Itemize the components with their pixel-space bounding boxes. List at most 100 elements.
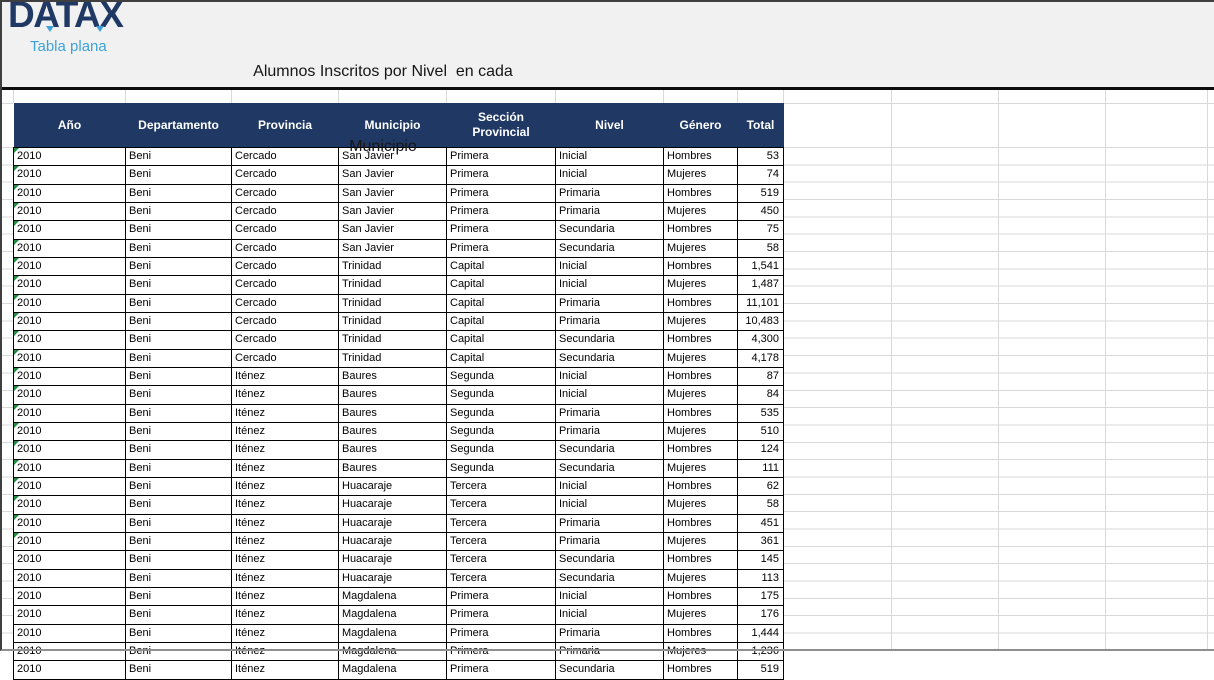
cell-ano[interactable]: 2010 xyxy=(13,513,126,533)
cell-departamento[interactable]: Beni xyxy=(125,531,232,552)
cell-genero[interactable]: Mujeres xyxy=(663,605,738,625)
cell-departamento[interactable]: Beni xyxy=(125,476,232,497)
cell-municipio[interactable]: Huacaraje xyxy=(338,513,447,533)
cell-total[interactable]: 58 xyxy=(737,495,784,515)
cell-nivel[interactable]: Secundaria xyxy=(555,568,664,588)
cell-provincia[interactable]: Iténez xyxy=(231,495,339,515)
cell-seccion-provincial[interactable]: Capital xyxy=(446,256,556,277)
cell-genero[interactable]: Hombres xyxy=(663,403,738,423)
cell-seccion-provincial[interactable]: Primera xyxy=(446,586,556,607)
cell-genero[interactable]: Hombres xyxy=(663,476,738,497)
cell-seccion-provincial[interactable]: Tercera xyxy=(446,568,556,588)
cell-ano[interactable]: 2010 xyxy=(13,421,126,442)
cell-seccion-provincial[interactable]: Segunda xyxy=(446,458,556,478)
cell-municipio[interactable]: Magdalena xyxy=(338,605,447,625)
cell-seccion-provincial[interactable]: Tercera xyxy=(446,513,556,533)
cell-municipio[interactable]: Huacaraje xyxy=(338,531,447,552)
cell-seccion-provincial[interactable]: Capital xyxy=(446,311,556,332)
cell-nivel[interactable]: Inicial xyxy=(555,385,664,405)
cell-seccion-provincial[interactable]: Tercera xyxy=(446,531,556,552)
cell-nivel[interactable]: Inicial xyxy=(555,256,664,277)
cell-ano[interactable]: 2010 xyxy=(13,605,126,625)
cell-municipio[interactable]: Huacaraje xyxy=(338,476,447,497)
cell-total[interactable]: 519 xyxy=(737,183,784,203)
cell-seccion-provincial[interactable]: Segunda xyxy=(446,440,556,460)
cell-municipio[interactable]: Magdalena xyxy=(338,660,447,680)
cell-total[interactable]: 75 xyxy=(737,220,784,240)
cell-departamento[interactable]: Beni xyxy=(125,348,232,368)
cell-genero[interactable]: Hombres xyxy=(663,293,738,313)
cell-seccion-provincial[interactable]: Capital xyxy=(446,275,556,295)
cell-total[interactable]: 451 xyxy=(737,513,784,533)
cell-ano[interactable]: 2010 xyxy=(13,311,126,332)
cell-total[interactable]: 4,300 xyxy=(737,330,784,350)
cell-nivel[interactable]: Secundaria xyxy=(555,330,664,350)
cell-ano[interactable]: 2010 xyxy=(13,476,126,497)
cell-municipio[interactable]: Huacaraje xyxy=(338,550,447,570)
cell-total[interactable]: 145 xyxy=(737,550,784,570)
cell-genero[interactable]: Hombres xyxy=(663,660,738,680)
cell-genero[interactable]: Hombres xyxy=(663,623,738,643)
cell-provincia[interactable]: Cercado xyxy=(231,311,339,332)
cell-seccion-provincial[interactable]: Segunda xyxy=(446,366,556,387)
cell-nivel[interactable]: Primaria xyxy=(555,311,664,332)
cell-nivel[interactable]: Secundaria xyxy=(555,550,664,570)
cell-departamento[interactable]: Beni xyxy=(125,330,232,350)
cell-ano[interactable]: 2010 xyxy=(13,458,126,478)
cell-genero[interactable]: Hombres xyxy=(663,256,738,277)
cell-genero[interactable]: Mujeres xyxy=(663,421,738,442)
cell-municipio[interactable]: Trinidad xyxy=(338,275,447,295)
cell-provincia[interactable]: Cercado xyxy=(231,220,339,240)
cell-ano[interactable]: 2010 xyxy=(13,403,126,423)
cell-ano[interactable]: 2010 xyxy=(13,586,126,607)
cell-ano[interactable]: 2010 xyxy=(13,385,126,405)
cell-total[interactable]: 111 xyxy=(737,458,784,478)
cell-total[interactable]: 510 xyxy=(737,421,784,442)
cell-municipio[interactable]: Trinidad xyxy=(338,330,447,350)
cell-nivel[interactable]: Primaria xyxy=(555,641,664,662)
cell-ano[interactable]: 2010 xyxy=(13,275,126,295)
cell-total[interactable]: 1,487 xyxy=(737,275,784,295)
cell-total[interactable]: 1,236 xyxy=(737,641,784,662)
cell-ano[interactable]: 2010 xyxy=(13,293,126,313)
cell-nivel[interactable]: Secundaria xyxy=(555,220,664,240)
cell-genero[interactable]: Hombres xyxy=(663,366,738,387)
cell-provincia[interactable]: Cercado xyxy=(231,256,339,277)
cell-ano[interactable]: 2010 xyxy=(13,495,126,515)
cell-ano[interactable]: 2010 xyxy=(13,440,126,460)
cell-total[interactable]: 450 xyxy=(737,201,784,222)
cell-municipio[interactable]: San Javier xyxy=(338,238,447,258)
cell-provincia[interactable]: Iténez xyxy=(231,623,339,643)
cell-provincia[interactable]: Iténez xyxy=(231,458,339,478)
cell-departamento[interactable]: Beni xyxy=(125,311,232,332)
cell-provincia[interactable]: Iténez xyxy=(231,403,339,423)
cell-departamento[interactable]: Beni xyxy=(125,293,232,313)
cell-municipio[interactable]: Baures xyxy=(338,385,447,405)
cell-ano[interactable]: 2010 xyxy=(13,660,126,680)
cell-seccion-provincial[interactable]: Segunda xyxy=(446,385,556,405)
cell-seccion-provincial[interactable]: Segunda xyxy=(446,403,556,423)
cell-genero[interactable]: Hombres xyxy=(663,183,738,203)
cell-genero[interactable]: Mujeres xyxy=(663,348,738,368)
cell-departamento[interactable]: Beni xyxy=(125,366,232,387)
cell-ano[interactable]: 2010 xyxy=(13,330,126,350)
cell-departamento[interactable]: Beni xyxy=(125,586,232,607)
cell-provincia[interactable]: Cercado xyxy=(231,293,339,313)
column-header-genero[interactable]: Género xyxy=(663,103,738,148)
cell-ano[interactable]: 2010 xyxy=(13,641,126,662)
cell-provincia[interactable]: Cercado xyxy=(231,348,339,368)
cell-municipio[interactable]: Huacaraje xyxy=(338,495,447,515)
cell-departamento[interactable]: Beni xyxy=(125,513,232,533)
cell-seccion-provincial[interactable]: Primera xyxy=(446,623,556,643)
cell-provincia[interactable]: Iténez xyxy=(231,568,339,588)
cell-municipio[interactable]: Magdalena xyxy=(338,623,447,643)
cell-departamento[interactable]: Beni xyxy=(125,660,232,680)
cell-total[interactable]: 84 xyxy=(737,385,784,405)
cell-genero[interactable]: Hombres xyxy=(663,330,738,350)
cell-departamento[interactable]: Beni xyxy=(125,623,232,643)
cell-departamento[interactable]: Beni xyxy=(125,220,232,240)
cell-provincia[interactable]: Iténez xyxy=(231,440,339,460)
cell-departamento[interactable]: Beni xyxy=(125,458,232,478)
cell-ano[interactable]: 2010 xyxy=(13,348,126,368)
cell-nivel[interactable]: Primaria xyxy=(555,531,664,552)
